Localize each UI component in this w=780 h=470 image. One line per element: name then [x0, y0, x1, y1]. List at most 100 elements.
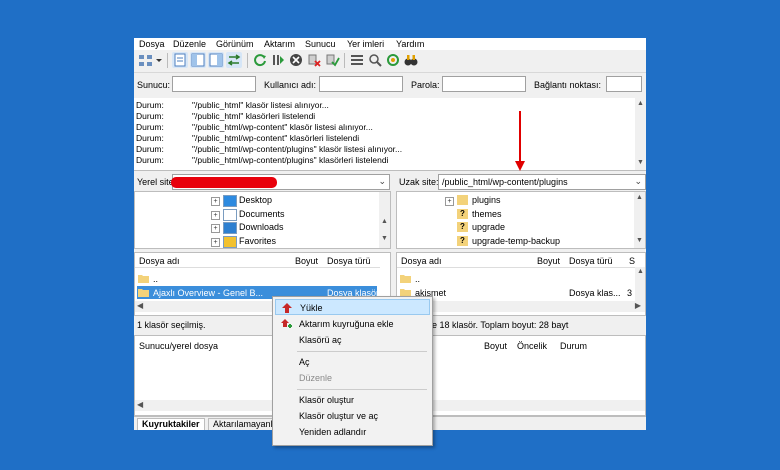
message-log: Durum: "/public_html" klasör listesi alın…: [134, 98, 646, 171]
list-item[interactable]: ..: [137, 272, 377, 285]
local-tree: + Desktop + Documents + Downloads + Favorites ▲…: [134, 191, 391, 249]
compare-dirs-icon[interactable]: [367, 52, 383, 68]
menu-create-folder-and-open[interactable]: Klasör oluştur ve aç: [275, 408, 430, 424]
queue-col-size[interactable]: Boyut: [484, 341, 507, 351]
port-label: Bağlantı noktası:: [534, 80, 602, 90]
reconnect-icon[interactable]: [324, 52, 340, 68]
sync-browse-icon[interactable]: [385, 52, 401, 68]
menu-server[interactable]: Sunucu: [305, 39, 336, 49]
scroll-up-icon[interactable]: ▲: [635, 99, 646, 109]
context-menu: Yükle Aktarım kuyruğuna ekle Klasörü aç …: [272, 296, 433, 446]
menu-file[interactable]: Dosya: [139, 39, 165, 49]
tab-queued[interactable]: Kuyruktakiler: [137, 418, 205, 430]
remote-tree-scrollbar[interactable]: ▲ ▼: [634, 192, 645, 248]
folder-icon: [223, 222, 237, 234]
scroll-down-icon[interactable]: ▼: [634, 236, 645, 246]
tab-failed[interactable]: Aktarılamayanl: [208, 418, 278, 430]
folder-icon: [138, 275, 149, 283]
redaction-mark: [171, 177, 277, 188]
menu-help[interactable]: Yardım: [396, 39, 424, 49]
toggle-log-icon[interactable]: [172, 52, 188, 68]
chevron-down-icon[interactable]: ⌄: [378, 176, 386, 187]
queue-col-status[interactable]: Durum: [560, 341, 587, 351]
menu-open[interactable]: Aç: [275, 354, 430, 370]
search-binoculars-icon[interactable]: [403, 52, 419, 68]
chevron-down-icon[interactable]: ⌄: [634, 176, 642, 187]
expand-icon[interactable]: +: [211, 237, 220, 247]
col-size[interactable]: Boyut: [295, 256, 318, 266]
scroll-up-icon[interactable]: ▲: [635, 267, 645, 277]
remote-site-input[interactable]: /public_html/wp-content/plugins ⌄: [438, 174, 646, 190]
remote-status: e 18 klasör. Toplam boyut: 28 bayt: [396, 317, 646, 332]
remote-list-scrollbar[interactable]: ▲: [635, 267, 645, 301]
folder-icon: ?: [457, 208, 468, 219]
local-tree-scrollbar[interactable]: ▲ ▼: [379, 192, 390, 248]
password-input[interactable]: [442, 76, 526, 92]
folder-icon: [457, 195, 468, 205]
scroll-down-icon[interactable]: ▼: [635, 158, 646, 168]
remote-site-label: Uzak site:: [399, 177, 439, 187]
disconnect-icon[interactable]: [306, 52, 322, 68]
queue-col-file[interactable]: Sunucu/yerel dosya: [139, 341, 218, 351]
username-input[interactable]: [319, 76, 403, 92]
col-filetype[interactable]: Dosya türü: [327, 256, 371, 266]
add-to-queue-icon: [281, 319, 292, 328]
host-input[interactable]: [172, 76, 256, 92]
local-list-header: Dosya adı Boyut Dosya türü: [135, 253, 380, 268]
scroll-down-icon[interactable]: ▼: [379, 234, 390, 244]
scroll-left-icon[interactable]: ◀: [137, 301, 143, 310]
local-site-input[interactable]: ⌄: [171, 174, 390, 190]
col-size[interactable]: Boyut: [537, 256, 560, 266]
queue-col-priority[interactable]: Öncelik: [517, 341, 547, 351]
toggle-local-tree-icon[interactable]: [190, 52, 206, 68]
remote-tree: + plugins? themes? upgrade? upgrade-temp-bac…: [396, 191, 646, 249]
toolbar: [134, 50, 646, 73]
menu-add-to-queue[interactable]: Aktarım kuyruğuna ekle: [275, 316, 430, 332]
toggle-queue-icon[interactable]: [226, 52, 242, 68]
scroll-up-icon[interactable]: ▲: [634, 193, 645, 203]
expand-icon[interactable]: +: [211, 210, 220, 220]
menu-rename[interactable]: Yeniden adlandır: [275, 424, 430, 440]
port-input[interactable]: [606, 76, 642, 92]
folder-icon: [223, 195, 237, 207]
col-filename[interactable]: Dosya adı: [139, 256, 180, 266]
scroll-right-icon[interactable]: ▶: [635, 301, 641, 310]
scroll-left-icon[interactable]: ◀: [137, 400, 143, 409]
list-item[interactable]: ..: [399, 272, 635, 285]
toggle-remote-tree-icon[interactable]: [208, 52, 224, 68]
menu-upload[interactable]: Yükle: [275, 299, 430, 315]
menu-create-folder[interactable]: Klasör oluştur: [275, 392, 430, 408]
local-site-bar: Yerel site: ⌄: [134, 173, 391, 191]
filter-icon[interactable]: [349, 52, 365, 68]
quickconnect-bar: Sunucu: Kullanıcı adı: Parola: Bağlantı …: [134, 72, 646, 99]
annotation-arrow: [515, 111, 525, 171]
menu-bar: Dosya Düzenle Görünüm Aktarım Sunucu Yer…: [134, 38, 646, 50]
menu-edit-file: Düzenle: [299, 373, 333, 383]
cancel-icon[interactable]: [288, 52, 304, 68]
folder-icon: [400, 275, 411, 283]
site-manager-icon[interactable]: [138, 52, 154, 68]
menu-view[interactable]: Görünüm: [216, 39, 254, 49]
expand-icon[interactable]: +: [445, 197, 454, 206]
menu-open-folder[interactable]: Klasörü aç: [275, 332, 430, 348]
folder-icon: [223, 208, 237, 221]
scroll-up-icon[interactable]: ▲: [379, 217, 390, 227]
refresh-icon[interactable]: [252, 52, 268, 68]
list-item[interactable]: akismet Dosya klas... 3: [399, 286, 635, 299]
col-extra[interactable]: S: [629, 256, 635, 266]
col-filename[interactable]: Dosya adı: [401, 256, 442, 266]
process-queue-icon[interactable]: [270, 52, 286, 68]
menu-transfer[interactable]: Aktarım: [264, 39, 295, 49]
site-manager-dropdown-icon[interactable]: [155, 52, 163, 68]
menu-edit[interactable]: Düzenle: [173, 39, 206, 49]
menu-bookmarks[interactable]: Yer imleri: [347, 39, 384, 49]
remote-path-text: /public_html/wp-content/plugins: [442, 177, 568, 187]
upload-arrow-icon: [282, 303, 292, 313]
expand-icon[interactable]: +: [211, 224, 220, 233]
folder-icon: [223, 235, 237, 248]
host-label: Sunucu:: [137, 80, 171, 90]
remote-hscrollbar[interactable]: ▶: [397, 301, 645, 312]
col-filetype[interactable]: Dosya türü: [569, 256, 613, 266]
log-scrollbar[interactable]: ▲ ▼: [635, 98, 646, 170]
expand-icon[interactable]: +: [211, 197, 220, 206]
